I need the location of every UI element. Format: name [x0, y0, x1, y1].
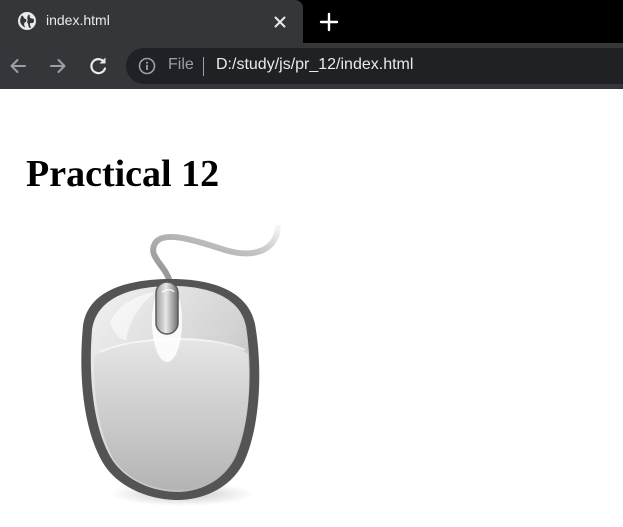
- globe-icon: [18, 12, 36, 30]
- close-icon[interactable]: [270, 12, 290, 32]
- info-icon[interactable]: [138, 57, 156, 75]
- reload-icon[interactable]: [84, 52, 112, 80]
- computer-mouse-image: [81, 225, 281, 506]
- tab-strip: index.html: [0, 0, 623, 43]
- back-arrow-icon[interactable]: [4, 52, 32, 80]
- address-bar[interactable]: File D:/study/js/pr_12/index.html: [126, 48, 623, 84]
- new-tab-plus-icon[interactable]: [315, 8, 343, 36]
- scheme-label: File: [168, 56, 194, 73]
- page-title: Practical 12: [26, 153, 220, 195]
- browser-toolbar: File D:/study/js/pr_12/index.html: [0, 43, 623, 89]
- url-text[interactable]: D:/study/js/pr_12/index.html: [216, 56, 413, 74]
- forward-arrow-icon[interactable]: [44, 52, 72, 80]
- tab-index-html[interactable]: index.html: [0, 0, 303, 43]
- tab-title: index.html: [46, 12, 110, 28]
- address-divider: [203, 57, 204, 76]
